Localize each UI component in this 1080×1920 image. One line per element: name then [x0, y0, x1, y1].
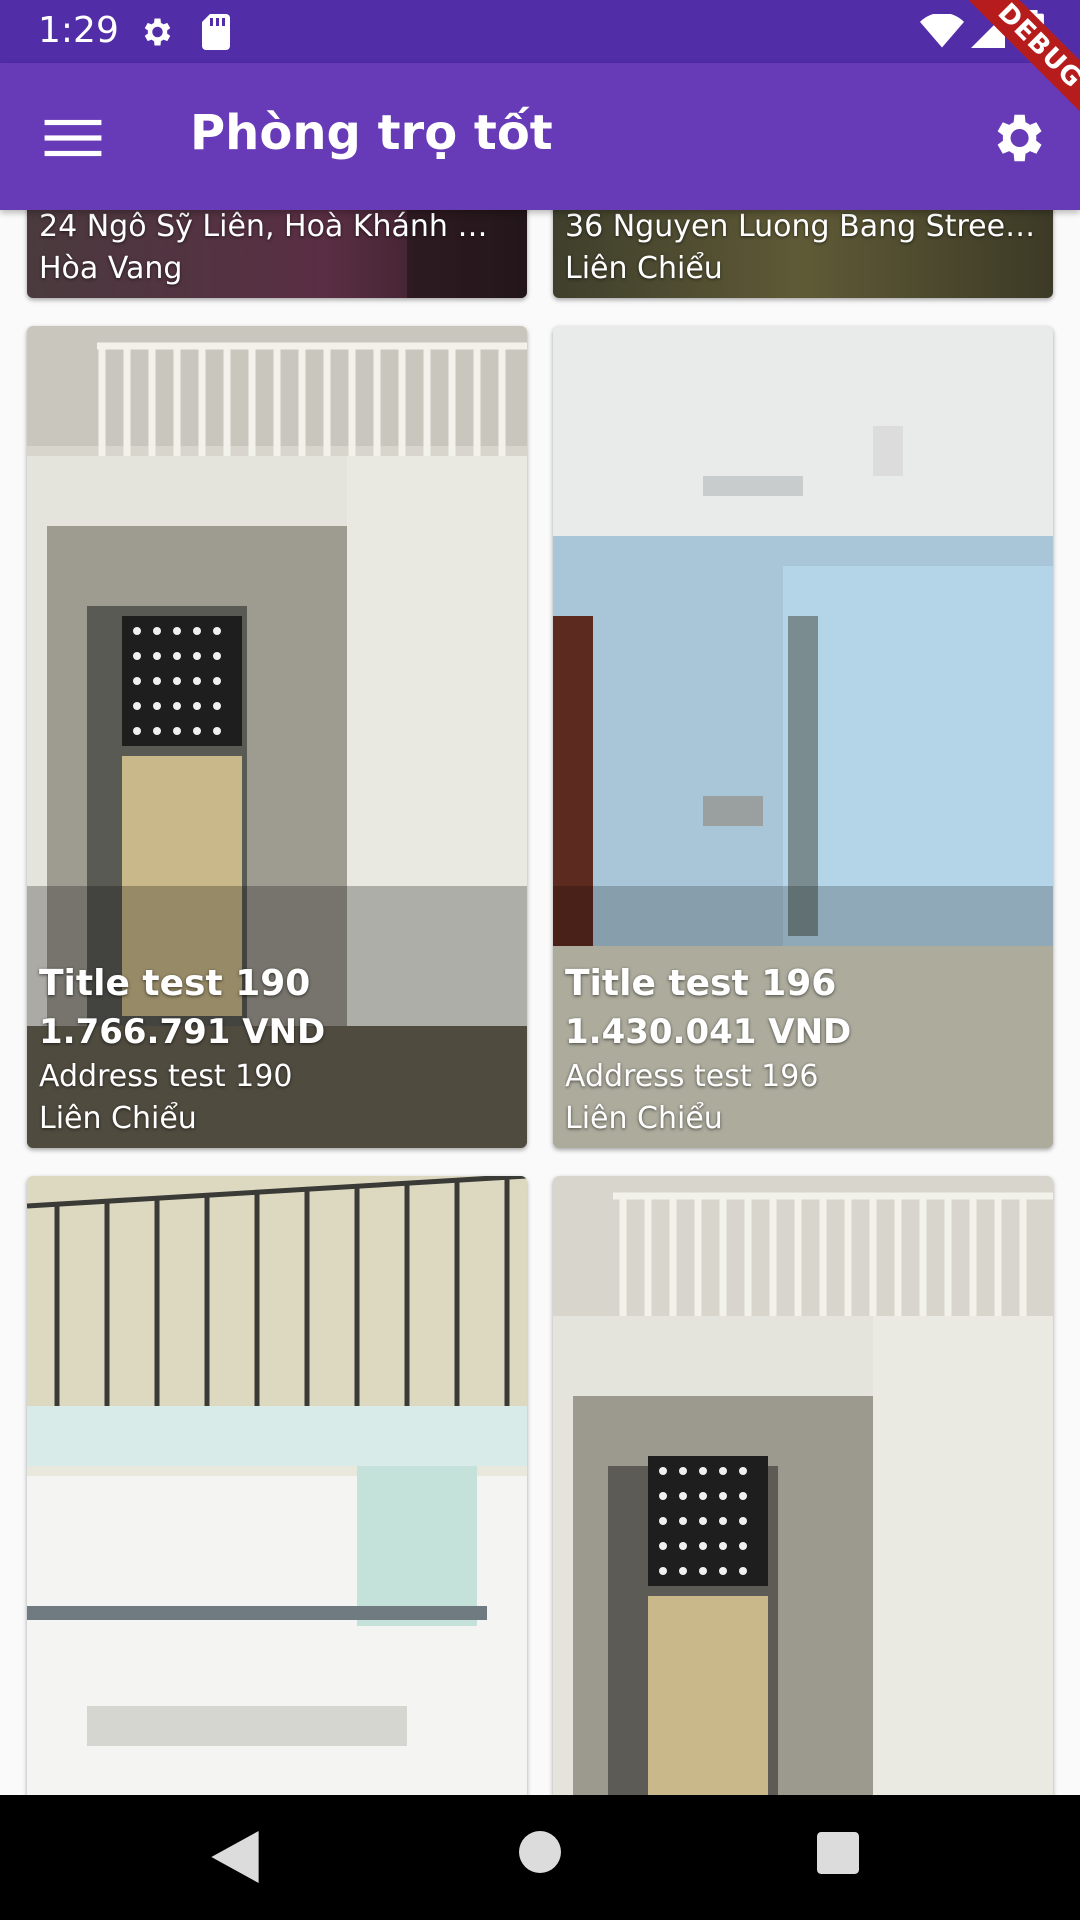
listing-card[interactable]	[553, 1176, 1053, 1795]
listing-district: Liên Chiểu	[565, 251, 723, 286]
listing-district: Liên Chiểu	[39, 1101, 197, 1136]
listing-photo	[27, 1176, 527, 1795]
menu-icon[interactable]	[42, 107, 104, 169]
status-bar: 1:29	[0, 0, 1080, 63]
listing-grid[interactable]: 24 Ngô Sỹ Liên, Hoà Khánh … Hòa Vang 36 …	[0, 0, 1080, 1795]
page-title: Phòng trọ tốt	[190, 105, 553, 161]
status-time: 1:29	[38, 10, 119, 51]
listing-district: Hòa Vang	[39, 251, 183, 286]
back-icon[interactable]	[210, 1831, 260, 1883]
listing-title: Title test 196	[565, 963, 837, 1004]
sd-card-icon	[202, 14, 230, 50]
gear-icon	[144, 18, 171, 46]
listing-photo	[553, 1176, 1053, 1795]
listing-card[interactable]	[27, 1176, 527, 1795]
listing-address: 36 Nguyen Luong Bang Stree…	[565, 209, 1036, 244]
listing-card[interactable]: Title test 196 1.430.041 VND Address tes…	[553, 326, 1053, 1148]
listing-title: Title test 190	[39, 963, 311, 1004]
navigation-bar	[0, 1795, 1080, 1920]
listing-address: Address test 190	[39, 1059, 293, 1094]
recents-icon[interactable]	[817, 1832, 859, 1874]
wifi-icon	[920, 14, 964, 48]
listing-address: Address test 196	[565, 1059, 819, 1094]
settings-icon[interactable]	[986, 107, 1048, 169]
listing-address: 24 Ngô Sỹ Liên, Hoà Khánh …	[39, 209, 488, 244]
listing-district: Liên Chiểu	[565, 1101, 723, 1136]
listing-price: 1.766.791 VND	[39, 1012, 326, 1052]
listing-card[interactable]: Title test 190 1.766.791 VND Address tes…	[27, 326, 527, 1148]
app-bar: Phòng trọ tốt	[0, 63, 1080, 210]
home-icon[interactable]	[519, 1831, 561, 1873]
listing-price: 1.430.041 VND	[565, 1012, 852, 1052]
